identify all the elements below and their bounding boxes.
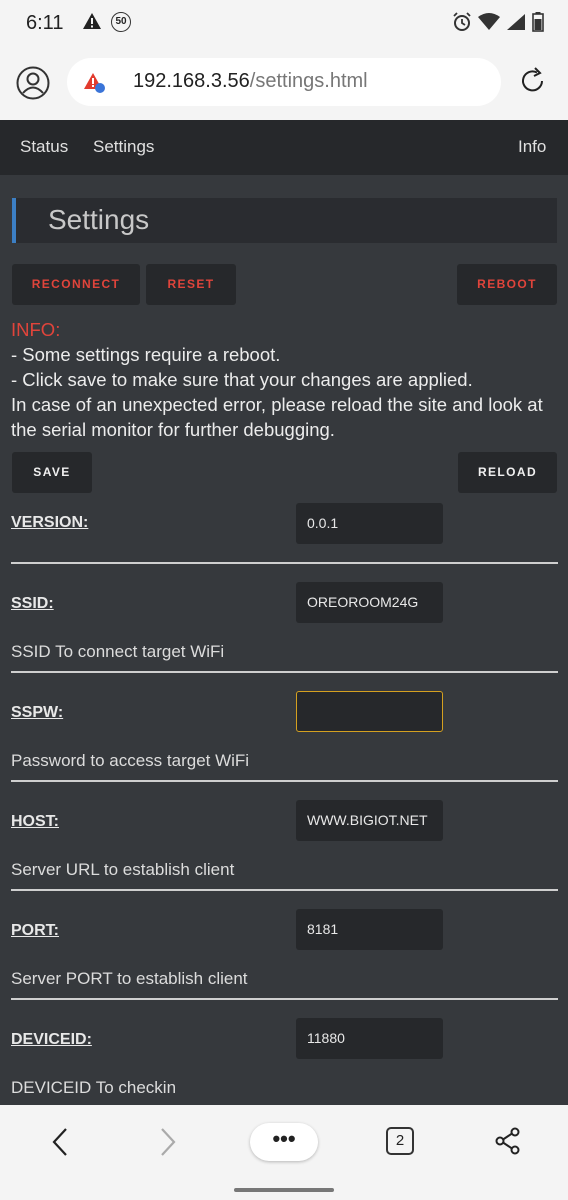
divider <box>11 780 558 782</box>
host-description: Server URL to establish client <box>11 860 235 879</box>
status-bar: 6:11 50 <box>0 0 568 46</box>
gesture-bar[interactable] <box>234 1188 334 1192</box>
browser-toolbar: ••• 2 <box>0 1105 568 1200</box>
field-label-version: VERSION: <box>11 514 89 531</box>
menu-button[interactable]: ••• <box>250 1123 318 1161</box>
settings-content: Settings RECONNECT RESET REBOOT INFO: - … <box>0 175 568 1105</box>
reconnect-button[interactable]: RECONNECT <box>12 264 140 305</box>
url-field[interactable]: 192.168.3.56/settings.html <box>67 58 501 106</box>
field-label-ssid: SSID: <box>11 595 54 612</box>
wifi-icon <box>478 13 500 30</box>
info-title: INFO: <box>11 319 61 340</box>
page-title: Settings <box>48 204 150 235</box>
back-icon[interactable] <box>48 1127 72 1162</box>
host-field[interactable]: WWW.BIGIOT.NET <box>296 800 443 841</box>
info-line: In case of an unexpected error, please r… <box>11 394 543 440</box>
page-title-box: Settings <box>12 198 557 243</box>
divider <box>11 562 558 564</box>
info-text: INFO: - Some settings require a reboot. … <box>11 317 559 442</box>
reset-button[interactable]: RESET <box>146 264 236 305</box>
field-label-deviceid: DEVICEID: <box>11 1031 92 1048</box>
ssid-description: SSID To connect target WiFi <box>11 642 225 661</box>
field-label-host: HOST: <box>11 813 59 830</box>
sspw-field[interactable] <box>296 691 443 732</box>
signal-icon <box>507 14 525 30</box>
port-field[interactable]: 8181 <box>296 909 443 950</box>
field-label-port: PORT: <box>11 922 59 939</box>
account-icon[interactable] <box>16 66 50 100</box>
ssid-field[interactable]: OREOROOM24G <box>296 582 443 623</box>
nav-info[interactable]: Info <box>518 137 546 157</box>
nav-settings[interactable]: Settings <box>93 137 154 157</box>
info-line: - Click save to make sure that your chan… <box>11 369 473 390</box>
top-nav: Status Settings Info <box>0 120 568 175</box>
status-time: 6:11 <box>26 12 64 34</box>
sspw-description: Password to access target WiFi <box>11 751 250 770</box>
reboot-button[interactable]: REBOOT <box>457 264 557 305</box>
save-button[interactable]: SAVE <box>12 452 92 493</box>
status-icons <box>452 12 544 32</box>
deviceid-description: DEVICEID To checkin <box>11 1078 177 1097</box>
divider <box>11 889 558 891</box>
warning-icon <box>82 12 102 35</box>
field-label-sspw: SSPW: <box>11 704 64 721</box>
version-field[interactable]: 0.0.1 <box>296 503 443 544</box>
url-path: /settings.html <box>249 70 368 92</box>
divider <box>11 671 558 673</box>
reload-icon[interactable] <box>518 66 548 101</box>
reload-button[interactable]: RELOAD <box>458 452 557 493</box>
notification-badge-icon: 50 <box>111 12 131 32</box>
divider <box>11 998 558 1000</box>
nav-status[interactable]: Status <box>20 137 68 157</box>
url-host: 192.168.3.56 <box>133 70 250 92</box>
insecure-site-icon[interactable] <box>83 72 107 99</box>
alarm-icon <box>453 12 471 31</box>
browser-address-bar: 192.168.3.56/settings.html <box>0 46 568 120</box>
battery-icon <box>532 12 544 32</box>
tabs-button[interactable]: 2 <box>386 1127 414 1155</box>
forward-icon[interactable] <box>156 1127 180 1162</box>
share-icon[interactable] <box>494 1127 522 1160</box>
info-line: - Some settings require a reboot. <box>11 344 281 365</box>
port-description: Server PORT to establish client <box>11 969 248 988</box>
url-text[interactable]: 192.168.3.56/settings.html <box>133 70 368 93</box>
deviceid-field[interactable]: 11880 <box>296 1018 443 1059</box>
